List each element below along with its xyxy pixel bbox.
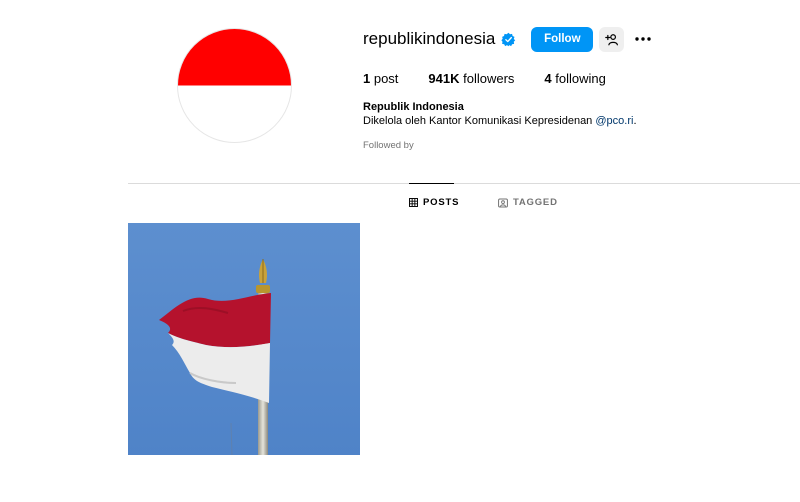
followed-by-text[interactable]: Followed by — [363, 140, 414, 151]
profile-full-name: Republik Indonesia — [363, 101, 464, 113]
tabs-divider — [128, 183, 800, 184]
username: republikindonesia — [363, 29, 496, 48]
more-options-button[interactable] — [632, 27, 654, 52]
add-person-icon — [605, 33, 619, 46]
indonesia-flag-photo — [128, 223, 360, 455]
active-tab-indicator — [409, 183, 454, 184]
bio-mention-link[interactable]: @pco.ri — [595, 115, 633, 127]
more-dots-icon — [635, 37, 652, 41]
profile-header: republikindonesia Follow — [363, 26, 654, 52]
tab-posts[interactable]: POSTS — [409, 197, 459, 208]
profile-avatar[interactable] — [177, 28, 292, 143]
profile-stats: 1 post 941K followers 4 following — [363, 71, 636, 86]
grid-icon — [409, 198, 418, 207]
verified-badge-icon — [501, 32, 516, 47]
tagged-icon — [498, 198, 508, 208]
profile-bio: Dikelola oleh Kantor Komunikasi Kepresid… — [363, 115, 637, 127]
followers-count[interactable]: 941K followers — [428, 71, 514, 86]
suggested-accounts-button[interactable] — [599, 26, 625, 52]
tab-posts-label: POSTS — [423, 197, 460, 208]
post-thumbnail[interactable] — [128, 223, 360, 455]
posts-count: 1 post — [363, 71, 399, 86]
follow-button[interactable]: Follow — [531, 26, 594, 52]
profile-page: republikindonesia Follow 1 post 941K fol… — [0, 0, 800, 502]
following-count[interactable]: 4 following — [544, 71, 605, 86]
tab-tagged[interactable]: TAGGED — [498, 197, 558, 208]
tab-tagged-label: TAGGED — [513, 197, 558, 208]
